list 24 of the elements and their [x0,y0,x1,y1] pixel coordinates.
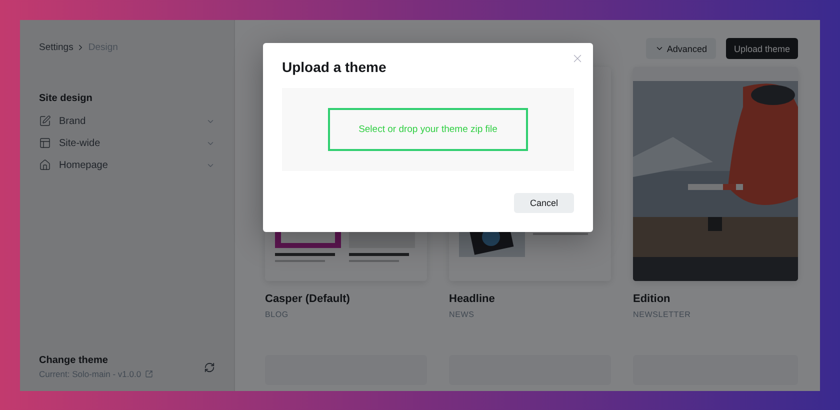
theme-category: NEWSLETTER [633,310,692,319]
edit-icon [39,115,51,127]
advanced-button[interactable]: Advanced [646,38,716,59]
theme-name: Edition [633,293,672,305]
refresh-icon[interactable] [204,362,215,372]
dialog-title: Upload a theme [282,59,388,75]
sidebar-item[interactable]: Site-wide [59,138,206,148]
section-title: Site design [39,93,94,104]
sidebar-item[interactable]: Homepage [59,160,206,170]
chevron-down-icon [654,44,664,53]
change-theme-title: Change theme [39,355,109,366]
sidebar-item[interactable]: Brand [59,116,206,126]
external-link-icon[interactable] [145,370,154,378]
theme-category: BLOG [265,310,290,319]
theme-name: Casper (Default) [265,293,351,305]
file-select-button[interactable]: Select or drop your theme zip file [328,108,528,151]
close-icon[interactable] [571,52,584,65]
cancel-button[interactable]: Cancel [514,193,574,213]
theme-name: Headline [449,293,496,305]
theme-category: NEWS [449,310,476,319]
layout-icon [39,137,51,149]
upload-theme-button[interactable]: Upload theme [726,38,798,59]
breadcrumb-link[interactable]: Settings [39,42,74,53]
home-icon [39,159,51,171]
